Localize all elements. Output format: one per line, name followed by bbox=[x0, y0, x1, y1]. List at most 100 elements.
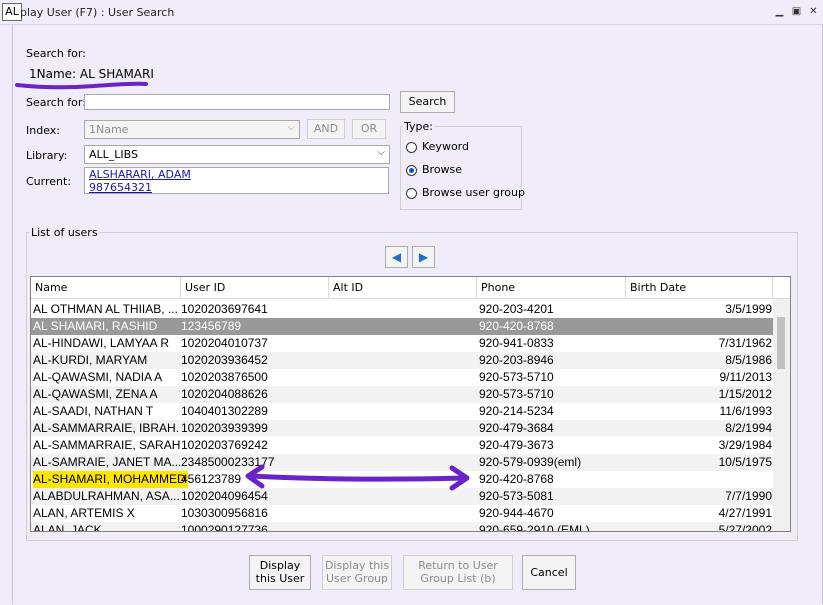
library-select-value: ALL_LIBS bbox=[89, 148, 138, 161]
cell-birth-date: 9/11/2013 bbox=[719, 370, 773, 384]
cell-alt-id bbox=[329, 335, 474, 352]
app-icon: AL bbox=[2, 3, 22, 21]
cell-name: AL-SAMRAIE, JANET MA... bbox=[33, 455, 180, 469]
cell-name: AL-QAWASMI, NADIA A bbox=[33, 370, 163, 384]
cell-name: AL-KURDI, MARYAM bbox=[33, 353, 148, 367]
index-label: Index: bbox=[26, 124, 60, 137]
user-list-grid[interactable]: Name User ID Alt ID Phone Birth Date AL … bbox=[30, 276, 791, 532]
column-header-spacer bbox=[773, 277, 790, 299]
cell-phone: 920-479-3684 bbox=[479, 421, 554, 435]
cell-user-id: 1020203936452 bbox=[181, 353, 268, 367]
cell-alt-id bbox=[329, 369, 474, 386]
list-label: List of users bbox=[29, 226, 100, 239]
cell-phone: 920-420-8768 bbox=[479, 472, 554, 486]
cell-phone: 920-944-4670 bbox=[479, 506, 554, 520]
type-keyword-label[interactable]: Keyword bbox=[422, 140, 469, 153]
column-header-alt-id[interactable]: Alt ID bbox=[329, 277, 477, 299]
cell-phone: 920-941-0833 bbox=[479, 336, 554, 350]
cell-birth-date bbox=[629, 318, 772, 335]
return-user-group-list-button[interactable]: Return to User Group List (b) bbox=[403, 555, 513, 590]
column-header-name[interactable]: Name bbox=[31, 277, 181, 299]
search-for-heading: Search for: bbox=[26, 47, 86, 60]
cell-name: AL-QAWASMI, ZENA A bbox=[33, 387, 158, 401]
cell-birth-date: 3/5/1999 bbox=[725, 302, 772, 316]
cell-phone: 920-579-0939(eml) bbox=[479, 455, 582, 469]
search-input[interactable] bbox=[84, 94, 390, 110]
cell-alt-id bbox=[329, 318, 474, 335]
cell-birth-date: 8/2/1994 bbox=[725, 421, 772, 435]
display-user-group-button[interactable]: Display this User Group bbox=[322, 555, 392, 590]
type-browse-label[interactable]: Browse bbox=[422, 163, 462, 176]
cell-user-id: 1000290127736 bbox=[181, 523, 268, 532]
library-select[interactable]: ALL_LIBS ⌵ bbox=[84, 145, 390, 164]
column-header-birth-date[interactable]: Birth Date bbox=[626, 277, 773, 299]
cell-user-id: 1020203876500 bbox=[181, 370, 268, 384]
scrollbar-thumb[interactable] bbox=[777, 317, 785, 369]
table-row[interactable]: AL-KURDI, MARYAM 1020203936452 920-203-894… bbox=[31, 352, 773, 369]
table-row[interactable]: AL-QAWASMI, NADIA A 1020203876500 920-573-… bbox=[31, 369, 773, 386]
cell-alt-id bbox=[329, 522, 474, 531]
close-icon[interactable]: ✕ bbox=[808, 6, 819, 17]
and-button[interactable]: AND bbox=[307, 119, 345, 139]
table-row[interactable]: AL-HINDAWI, LAMYAA R 1020204010737 920-941… bbox=[31, 335, 773, 352]
current-user-name-link[interactable]: ALSHARARI, ADAM bbox=[89, 168, 191, 181]
table-row[interactable]: AL-QAWASMI, ZENA A 1020204088626 920-573-5… bbox=[31, 386, 773, 403]
or-button[interactable]: OR bbox=[352, 119, 386, 139]
type-browse-group-label[interactable]: Browse user group bbox=[422, 186, 525, 199]
cell-name: AL SHAMARI, RASHID bbox=[33, 319, 158, 333]
table-row[interactable]: AL SHAMARI, RASHID 123456789 920-420-8768 bbox=[31, 318, 773, 335]
type-label: Type: bbox=[403, 120, 434, 133]
table-row[interactable]: AL-SAADI, NATHAN T 1040401302289 920-214-5… bbox=[31, 403, 773, 420]
table-row[interactable]: AL-SAMMARRAIE, SARAH 1020203769242 920-479… bbox=[31, 437, 773, 454]
cell-name: ALAN, JACK bbox=[33, 523, 102, 532]
cell-user-id: 1030300956816 bbox=[181, 506, 268, 520]
cell-user-id: 1020203697641 bbox=[181, 302, 268, 316]
next-arrow-button[interactable]: ▶ bbox=[412, 246, 435, 268]
column-header-phone[interactable]: Phone bbox=[477, 277, 626, 299]
type-browse-radio[interactable] bbox=[406, 165, 417, 176]
cell-name: AL-HINDAWI, LAMYAA R bbox=[33, 336, 170, 350]
table-row[interactable]: AL-SAMMARRAIE, IBRAH... 1020203939399 920-… bbox=[31, 420, 773, 437]
cell-phone: 920-659-2910 (EML) bbox=[479, 523, 590, 532]
cell-alt-id bbox=[329, 403, 474, 420]
cell-birth-date: 1/15/2012 bbox=[718, 387, 772, 401]
cell-name: ALAN, ARTEMIS X bbox=[33, 506, 135, 520]
cell-phone: 920-420-8768 bbox=[479, 319, 554, 333]
cell-phone: 920-573-5710 bbox=[479, 387, 554, 401]
cell-user-id: 1040401302289 bbox=[181, 404, 268, 418]
current-user-id-link[interactable]: 987654321 bbox=[89, 181, 152, 194]
table-row[interactable]: AL OTHMAN AL THIIAB, ... 1020203697641 920… bbox=[31, 301, 773, 318]
type-browse-group-radio[interactable] bbox=[406, 188, 417, 199]
cell-name: AL-SHAMARI, MOHAMMED bbox=[33, 471, 188, 488]
cell-birth-date: 7/7/1990 bbox=[725, 489, 772, 503]
search-button[interactable]: Search bbox=[400, 91, 455, 113]
cell-name: AL-SAMMARRAIE, IBRAH... bbox=[33, 421, 180, 435]
display-user-button[interactable]: Display this User bbox=[249, 555, 311, 590]
cell-alt-id bbox=[329, 505, 474, 522]
prev-arrow-button[interactable]: ◀ bbox=[385, 246, 408, 268]
cell-phone: 920-479-3673 bbox=[479, 438, 554, 452]
cell-user-id: 123456789 bbox=[181, 319, 242, 333]
annotation-arrow bbox=[245, 464, 470, 491]
type-keyword-radio[interactable] bbox=[406, 142, 417, 153]
chevron-down-icon: ⌵ bbox=[287, 122, 295, 133]
cell-name: AL-SAMMARRAIE, SARAH bbox=[33, 438, 180, 452]
cell-birth-date bbox=[629, 471, 772, 488]
cell-alt-id bbox=[329, 301, 474, 318]
index-select[interactable]: 1Name ⌵ bbox=[84, 120, 300, 139]
table-row[interactable]: ALAN, JACK 1000290127736 920-659-2910 (EML… bbox=[31, 522, 773, 532]
search-for-label: Search for: bbox=[26, 96, 86, 109]
cell-birth-date: 4/27/1991 bbox=[718, 506, 772, 520]
vertical-scrollbar[interactable] bbox=[773, 299, 790, 531]
column-header-user-id[interactable]: User ID bbox=[181, 277, 329, 299]
cell-phone: 920-203-8946 bbox=[479, 353, 554, 367]
cell-alt-id bbox=[329, 352, 474, 369]
cell-birth-date: 11/6/1993 bbox=[719, 404, 773, 418]
cell-birth-date: 3/29/1984 bbox=[718, 438, 772, 452]
maximize-icon[interactable]: ▣ bbox=[791, 6, 802, 17]
cancel-button[interactable]: Cancel bbox=[522, 555, 576, 590]
cell-phone: 920-573-5081 bbox=[479, 489, 554, 503]
minimize-icon[interactable]: ▁ bbox=[774, 6, 785, 17]
table-row[interactable]: ALAN, ARTEMIS X 1030300956816 920-944-4670… bbox=[31, 505, 773, 522]
cell-alt-id bbox=[329, 386, 474, 403]
